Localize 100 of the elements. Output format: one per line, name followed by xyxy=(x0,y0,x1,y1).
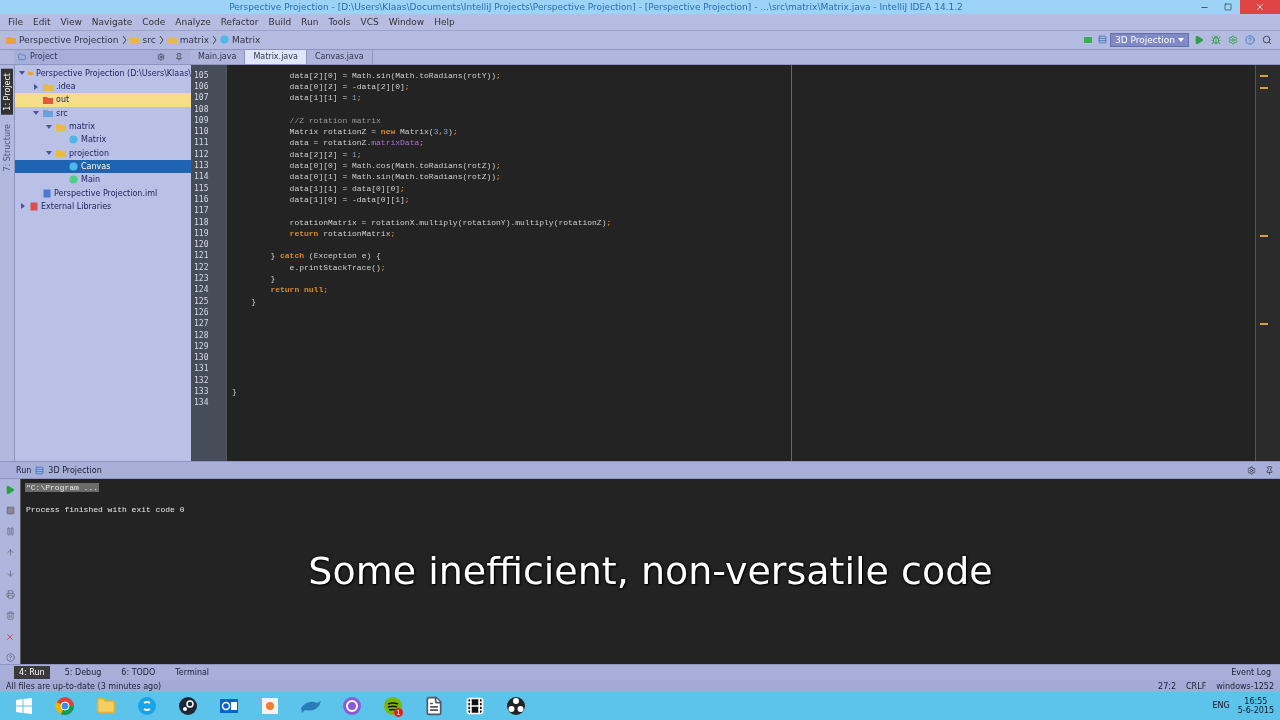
expanded-arrow-icon[interactable] xyxy=(46,150,52,157)
library-icon xyxy=(30,201,38,211)
menu-item[interactable]: Window xyxy=(384,16,429,27)
code-line: data[0][1] = Math.sin(Math.toRadians(rotZ)); xyxy=(288,171,502,183)
folder-icon xyxy=(129,35,140,44)
folder-icon xyxy=(96,696,116,716)
expanded-arrow-icon[interactable] xyxy=(33,110,39,117)
maximize-icon xyxy=(1224,3,1232,11)
coverage-button[interactable] xyxy=(1226,32,1240,47)
tool-window-tab[interactable]: 7: Structure xyxy=(1,120,13,176)
tree-item[interactable]: External Libraries xyxy=(15,199,191,213)
line-number: 112 xyxy=(193,148,210,161)
tree-item[interactable]: Main xyxy=(15,173,191,187)
menu-item[interactable]: Analyze xyxy=(171,16,215,27)
line-number: 122 xyxy=(193,261,210,274)
menu-item[interactable]: VCS xyxy=(356,16,383,27)
menu-item[interactable]: Tools xyxy=(324,16,355,27)
folder-icon xyxy=(6,35,16,44)
tree-item[interactable]: Canvas xyxy=(15,159,191,174)
code-line: //Z rotation matrix xyxy=(288,114,382,127)
code-line: data[1][0] = -data[0][1]; xyxy=(288,193,411,206)
menu-item[interactable]: Build xyxy=(264,16,296,27)
menu-item[interactable]: Code xyxy=(138,16,170,27)
tool-window-tab[interactable]: 6: TODO xyxy=(116,666,161,680)
tool-window-tab[interactable]: 4: Run xyxy=(14,666,50,680)
line-number: 113 xyxy=(193,160,210,172)
up-arrow-icon xyxy=(5,548,15,558)
line-number: 114 xyxy=(193,171,210,183)
debug-button[interactable] xyxy=(1209,32,1223,47)
gear-icon xyxy=(1246,465,1256,475)
file-encoding[interactable]: windows-1252 xyxy=(1216,681,1274,691)
chevron-icon xyxy=(121,35,127,44)
help-button[interactable] xyxy=(3,651,17,665)
line-number: 118 xyxy=(193,216,210,228)
breadcrumb[interactable]: Perspective Projection xyxy=(19,34,119,45)
tool-window-tab[interactable]: Terminal xyxy=(170,666,215,680)
code-line: data[0][2] = -data[2][0]; xyxy=(288,81,411,93)
print-button[interactable] xyxy=(3,588,17,602)
clock-time[interactable]: 16:55 xyxy=(1244,697,1268,706)
pin-icon xyxy=(175,52,183,61)
collapsed-arrow-icon[interactable] xyxy=(20,203,26,210)
run-tab[interactable]: 3D Projection xyxy=(48,465,102,475)
run-config-icon xyxy=(1097,35,1107,45)
menu-item[interactable]: Refactor xyxy=(216,16,263,27)
line-separator[interactable]: CRLF xyxy=(1186,681,1207,691)
dolphin-icon xyxy=(300,698,322,714)
game-client-icon xyxy=(178,696,198,716)
tree-item[interactable]: Perspective Projection (D:\Users\Klaas\ xyxy=(15,66,191,80)
status-message: All files are up-to-date (3 minutes ago) xyxy=(6,681,162,691)
event-log-tab[interactable]: Event Log xyxy=(1226,666,1276,680)
search-icon xyxy=(1262,34,1272,45)
close-icon xyxy=(5,631,15,642)
folder-icon xyxy=(166,35,177,44)
menu-item[interactable]: Help xyxy=(430,16,459,27)
tool-window-tab[interactable]: 5: Debug xyxy=(59,666,107,680)
menu-item[interactable]: Run xyxy=(297,16,323,27)
bug-icon xyxy=(1211,34,1221,45)
app-icon xyxy=(260,696,280,716)
menu-item[interactable]: View xyxy=(56,16,86,27)
code-line: data = rotationZ.matrixData; xyxy=(288,137,426,149)
line-number: 126 xyxy=(193,306,210,319)
class-icon xyxy=(220,35,229,45)
code-line: } xyxy=(250,295,257,307)
printer-icon xyxy=(5,590,15,600)
tree-item[interactable]: projection xyxy=(15,146,191,160)
breadcrumb[interactable]: Matrix xyxy=(232,34,261,45)
tree-item[interactable]: matrix xyxy=(15,119,191,134)
caret-icon xyxy=(1178,37,1184,42)
tool-window-tab[interactable]: 1: Project xyxy=(1,68,13,115)
trash-icon xyxy=(5,611,15,621)
build-icon xyxy=(1082,34,1093,45)
tree-item[interactable]: Perspective Projection.iml xyxy=(15,186,191,200)
breadcrumb[interactable]: matrix xyxy=(179,34,209,45)
chat-icon xyxy=(137,696,157,716)
expanded-arrow-icon[interactable] xyxy=(19,70,25,77)
play-icon xyxy=(1194,34,1204,45)
close-button[interactable] xyxy=(1240,0,1280,14)
tree-item[interactable]: src xyxy=(15,106,191,120)
collapsed-arrow-icon[interactable] xyxy=(33,83,39,90)
gear-icon xyxy=(157,52,165,61)
pause-icon xyxy=(5,527,15,537)
menu-item[interactable]: Edit xyxy=(29,16,55,27)
breadcrumb[interactable]: src xyxy=(142,34,156,45)
help-icon xyxy=(5,653,15,663)
code-line: Matrix rotationZ = new Matrix(3,3); xyxy=(288,126,459,138)
menu-item[interactable]: Navigate xyxy=(87,16,137,27)
video-caption: Some inefficient, non-versatile code xyxy=(308,549,993,594)
caret-position[interactable]: 27:2 xyxy=(1158,681,1177,691)
input-language[interactable]: ENG xyxy=(1212,701,1230,711)
chevron-icon xyxy=(212,35,217,44)
line-number: 127 xyxy=(193,318,210,330)
menu-item[interactable]: File xyxy=(4,16,28,27)
tree-item[interactable]: Matrix xyxy=(15,133,191,147)
clock-date[interactable]: 5-6-2015 xyxy=(1237,706,1274,715)
tree-item[interactable]: .idea xyxy=(15,80,191,94)
film-icon xyxy=(465,696,485,716)
stop-button[interactable] xyxy=(3,504,17,518)
expanded-arrow-icon[interactable] xyxy=(46,123,52,130)
tree-item[interactable]: out xyxy=(15,93,191,107)
rerun-button[interactable] xyxy=(3,483,17,497)
